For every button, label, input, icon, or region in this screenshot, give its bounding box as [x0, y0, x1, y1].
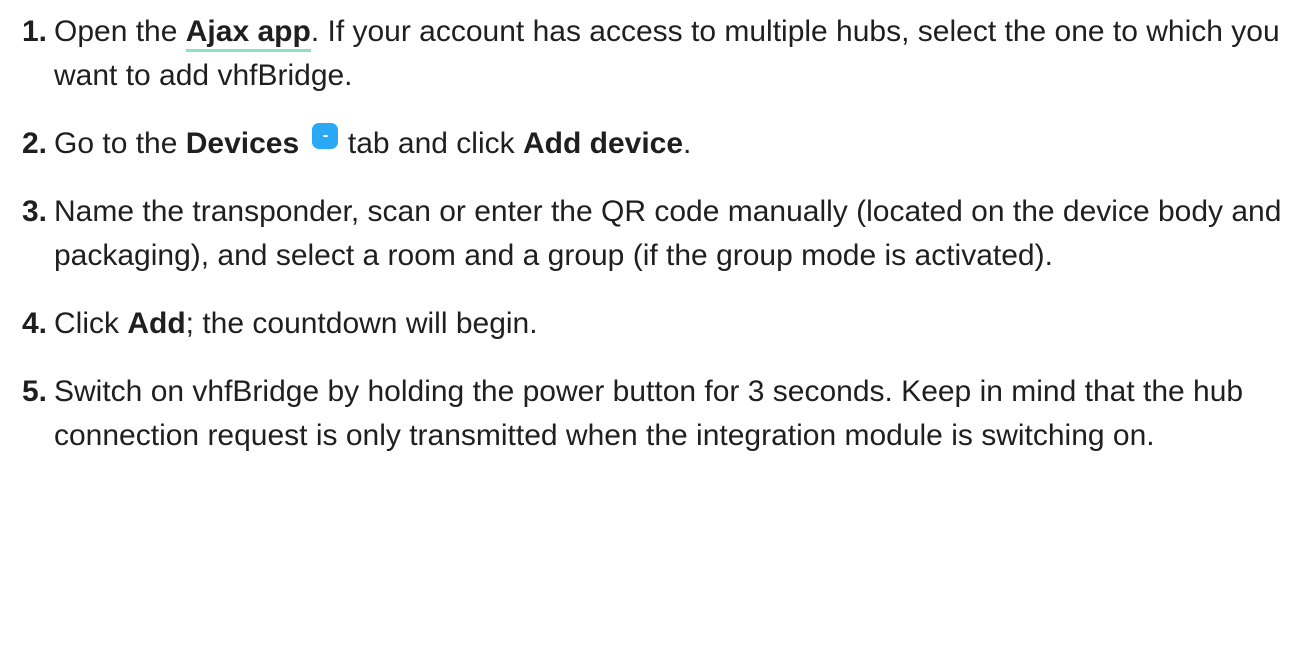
add-device-label: Add device — [522, 127, 684, 160]
devices-label: Devices — [185, 127, 300, 160]
step-text: Switch on vhfBridge by holding the power… — [54, 375, 1244, 452]
step-4: 4. Click Add; the countdown will begin. — [22, 302, 1307, 346]
instruction-steps: 1. Open the Ajax app. If your account ha… — [22, 10, 1307, 482]
step-5: 5. Switch on vhfBridge by holding the po… — [22, 370, 1307, 458]
step-text: . — [683, 127, 692, 160]
step-number: 5. — [22, 375, 48, 408]
step-text: Click — [54, 307, 128, 340]
step-text: tab and click — [339, 127, 523, 160]
step-2: 2. Go to the Devices tab and click Add d… — [22, 122, 1307, 166]
step-3: 3. Name the transponder, scan or enter t… — [22, 190, 1307, 278]
step-text: Go to the — [54, 127, 186, 160]
devices-tab-icon — [311, 123, 338, 149]
step-1: 1. Open the Ajax app. If your account ha… — [22, 10, 1307, 98]
step-text: Open the — [54, 15, 186, 48]
ajax-app-link[interactable]: Ajax app — [185, 15, 311, 52]
step-number: 2. — [22, 127, 48, 160]
step-text: Name the transponder, scan or enter the … — [54, 195, 1282, 272]
add-label: Add — [127, 307, 186, 340]
step-number: 1. — [22, 15, 48, 48]
step-number: 3. — [22, 195, 48, 228]
step-text: ; the countdown will begin. — [185, 307, 538, 340]
step-number: 4. — [22, 307, 48, 340]
